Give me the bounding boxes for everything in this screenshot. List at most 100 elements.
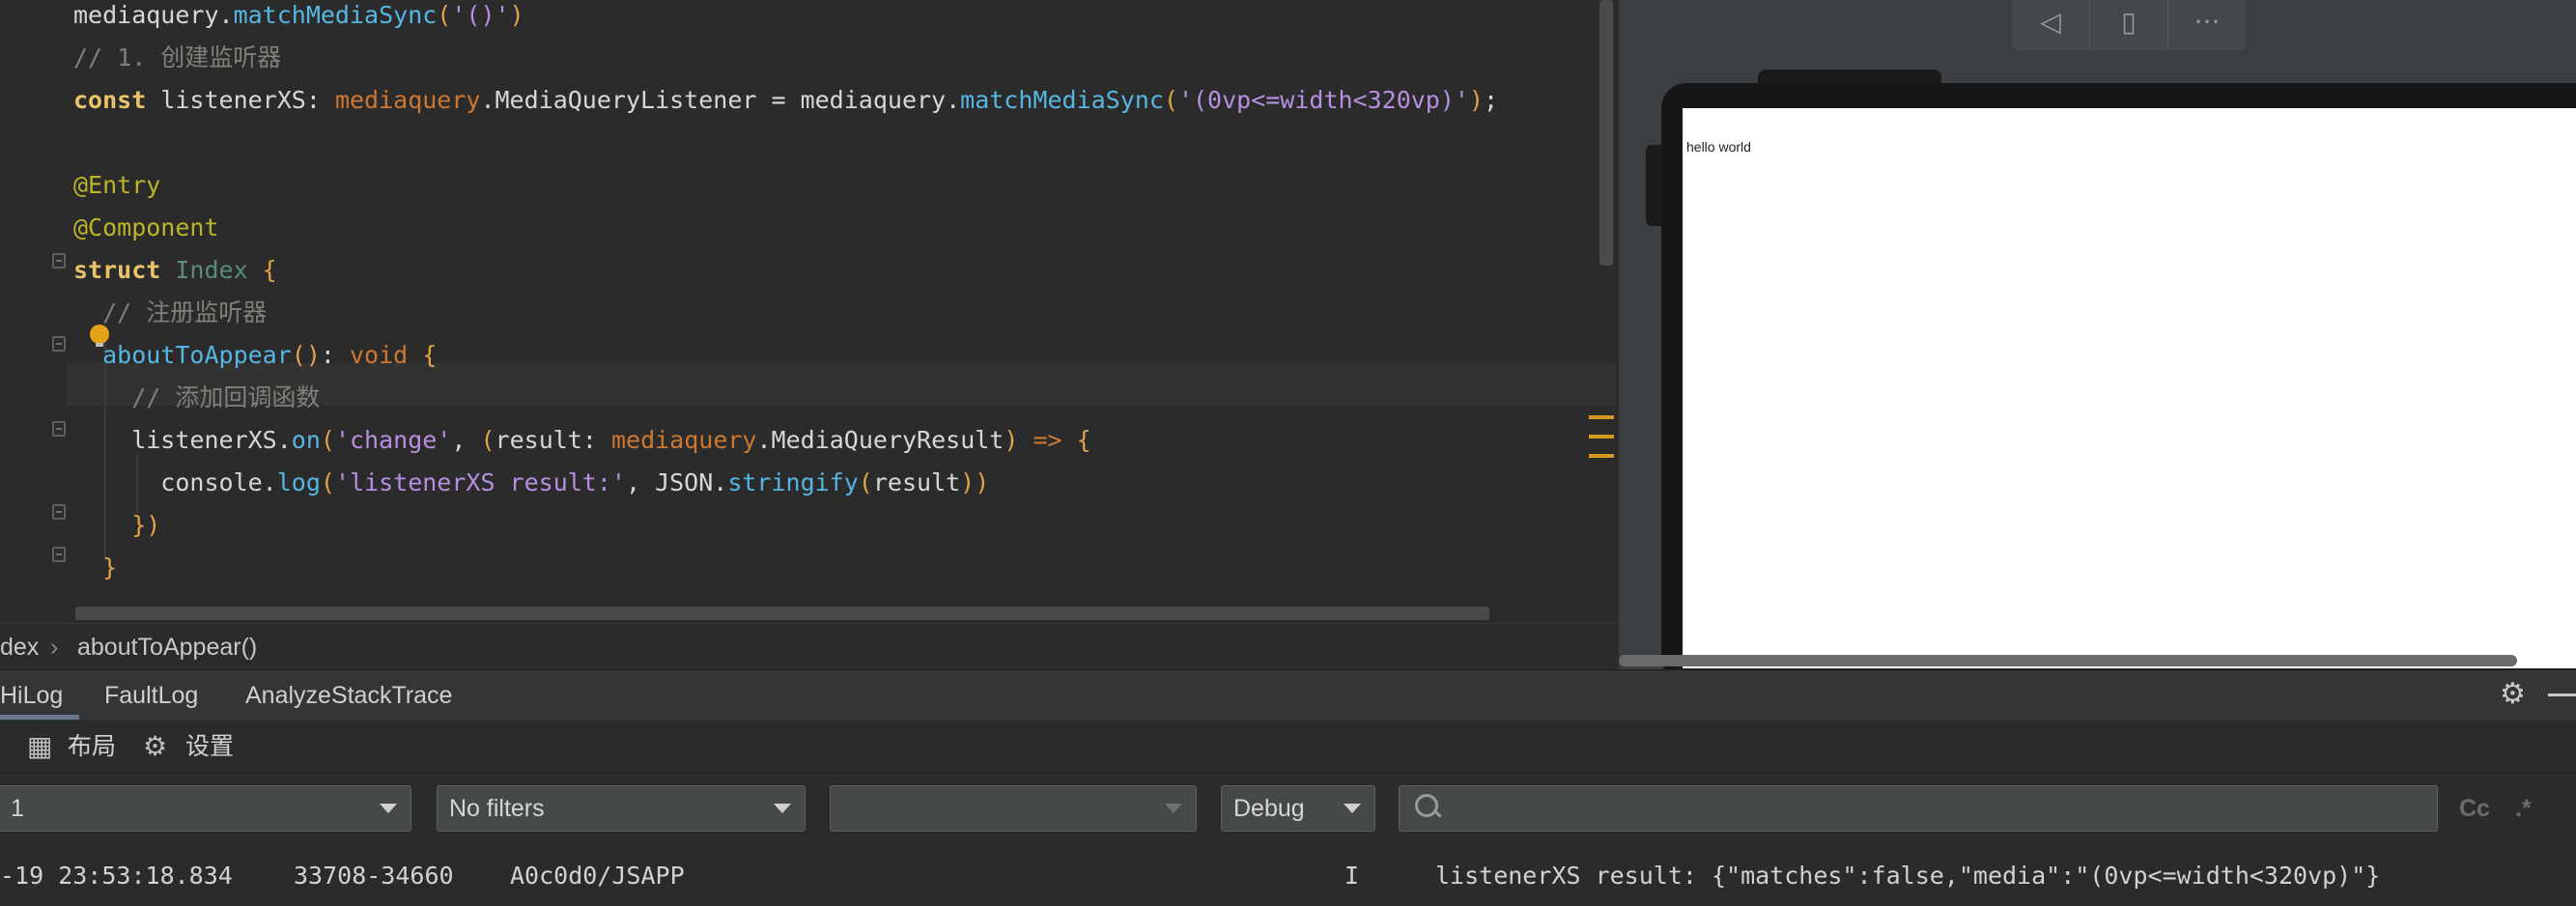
- previewer-toolbar: ◁ ▯ ···: [2012, 0, 2246, 50]
- warning-stripe[interactable]: [1589, 454, 1614, 458]
- code-editor[interactable]: mediaquery.matchMediaSync('()') // 1. 创建监…: [0, 0, 1617, 623]
- tab-hilog[interactable]: HiLog: [0, 670, 63, 721]
- device-screen[interactable]: hello world: [1683, 108, 2576, 668]
- level-select-value: Debug: [1233, 795, 1305, 822]
- filter-select-value: No filters: [449, 795, 545, 822]
- code-line[interactable]: @Entry: [73, 166, 160, 205]
- code-token: {: [422, 341, 438, 369]
- code-token: listenerXS:: [160, 86, 335, 114]
- regex-toggle[interactable]: .*: [2515, 785, 2532, 832]
- fold-marker[interactable]: [52, 336, 66, 352]
- code-line[interactable]: }): [73, 506, 160, 545]
- log-search-box[interactable]: [1399, 785, 2438, 832]
- code-token: .MediaQueryListener = mediaquery.: [480, 86, 961, 114]
- code-token: console.: [73, 468, 277, 496]
- code-token: result: [872, 468, 961, 496]
- code-line[interactable]: const listenerXS: mediaquery.MediaQueryL…: [73, 81, 1498, 120]
- code-token: on: [291, 426, 321, 454]
- code-token: (): [291, 341, 321, 369]
- rotate-device-icon[interactable]: ▯: [2090, 0, 2168, 50]
- editor-gutter: [0, 0, 68, 623]
- code-line[interactable]: }: [73, 549, 117, 587]
- fold-marker[interactable]: [52, 504, 66, 520]
- search-input[interactable]: [1458, 792, 2408, 827]
- code-token: (: [480, 426, 495, 454]
- code-token: (: [320, 468, 335, 496]
- search-icon: [1415, 794, 1438, 817]
- code-token: // 添加回调函数: [73, 383, 321, 411]
- active-tab-indicator: [0, 715, 79, 720]
- code-token: }): [73, 511, 161, 539]
- code-line[interactable]: struct Index {: [73, 251, 277, 290]
- log-tabs: HiLog FaultLog AnalyzeStackTrace ⚙: [0, 670, 2576, 721]
- log-level: I: [1345, 862, 1360, 890]
- fold-marker[interactable]: [52, 547, 66, 562]
- fold-marker[interactable]: [52, 253, 66, 269]
- code-token: Index: [175, 256, 263, 284]
- process-select[interactable]: [830, 785, 1197, 832]
- chevron-down-icon: [380, 804, 397, 813]
- hello-text: hello world: [1686, 139, 1751, 155]
- code-token: '()': [451, 1, 510, 29]
- filter-select[interactable]: No filters: [437, 785, 806, 832]
- previewer-scrollbar[interactable]: [1619, 655, 2517, 666]
- breadcrumb-file[interactable]: dex: [0, 624, 39, 670]
- code-token: @Component: [73, 213, 219, 241]
- code-token: ): [1468, 86, 1485, 114]
- breadcrumb-method[interactable]: aboutToAppear(): [77, 624, 257, 670]
- code-token: @Entry: [73, 171, 161, 199]
- code-token: stringify: [727, 468, 859, 496]
- code-token: {: [1076, 426, 1091, 454]
- back-icon[interactable]: ◁: [2012, 0, 2090, 50]
- tab-analyzestacktrace[interactable]: AnalyzeStackTrace: [245, 670, 452, 721]
- minimize-icon[interactable]: [2548, 694, 2576, 696]
- settings-label[interactable]: 设置: [185, 721, 234, 773]
- code-token: (: [437, 1, 452, 29]
- code-token: {: [262, 256, 277, 284]
- code-line[interactable]: // 添加回调函数: [73, 379, 320, 417]
- code-token: // 注册监听器: [73, 298, 268, 326]
- device-select[interactable]: 1: [0, 785, 411, 832]
- code-token: const: [73, 86, 161, 114]
- settings-icon[interactable]: ⚙: [143, 721, 167, 773]
- device-select-value: 1: [11, 795, 24, 822]
- more-icon[interactable]: ···: [2168, 0, 2246, 50]
- log-filter-bar: 1 No filters Debug Cc .*: [0, 774, 2576, 847]
- code-token: .MediaQueryResult: [756, 426, 1005, 454]
- log-tag: A0c0d0/JSAPP: [510, 862, 685, 890]
- log-pid: 33708-34660: [294, 862, 454, 890]
- code-token: 'change': [334, 426, 452, 454]
- code-token: :: [320, 341, 350, 369]
- chevron-down-icon: [1344, 804, 1361, 813]
- code-token: =>: [1033, 426, 1062, 454]
- log-panel: HiLog FaultLog AnalyzeStackTrace ⚙ ▦ 布局 …: [0, 669, 2576, 906]
- code-line[interactable]: // 1. 创建监听器: [73, 39, 281, 77]
- code-token: ;: [1484, 86, 1499, 114]
- gear-icon[interactable]: ⚙: [2500, 680, 2529, 709]
- code-token: aboutToAppear: [102, 341, 292, 369]
- code-token: matchMediaSync: [233, 1, 438, 29]
- code-line[interactable]: aboutToAppear(): void {: [73, 336, 437, 375]
- code-line[interactable]: listenerXS.on('change', (result: mediaqu…: [73, 421, 1091, 460]
- code-token: // 1. 创建监听器: [73, 43, 282, 71]
- layout-grid-icon[interactable]: ▦: [27, 721, 52, 773]
- tab-faultlog[interactable]: FaultLog: [104, 670, 198, 721]
- code-token: '(0vp<=width<320vp)': [1177, 86, 1469, 114]
- horizontal-scrollbar[interactable]: [75, 607, 1489, 620]
- code-token: )): [960, 468, 990, 496]
- warning-stripe[interactable]: [1589, 415, 1614, 419]
- code-token: mediaquery: [334, 86, 481, 114]
- code-line[interactable]: console.log('listenerXS result:', JSON.s…: [73, 464, 989, 502]
- warning-stripe[interactable]: [1589, 435, 1614, 439]
- layout-label[interactable]: 布局: [68, 721, 116, 773]
- code-token: ,: [451, 426, 481, 454]
- code-line[interactable]: mediaquery.matchMediaSync('()'): [73, 0, 524, 35]
- level-select[interactable]: Debug: [1221, 785, 1375, 832]
- vertical-scrollbar[interactable]: [1599, 0, 1613, 266]
- code-line[interactable]: // 注册监听器: [73, 294, 267, 332]
- code-line[interactable]: @Component: [73, 209, 219, 247]
- fold-marker[interactable]: [52, 421, 66, 437]
- match-case-toggle[interactable]: Cc: [2459, 785, 2490, 832]
- log-row[interactable]: -19 23:53:18.834 33708-34660 A0c0d0/JSAP…: [0, 847, 2576, 905]
